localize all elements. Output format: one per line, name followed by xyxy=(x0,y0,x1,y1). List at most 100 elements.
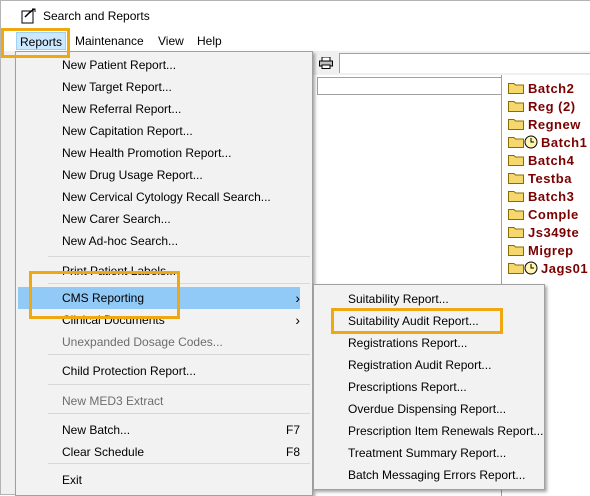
batch-label: Migrep xyxy=(528,242,574,258)
batch-label: Reg (2) xyxy=(528,98,576,114)
submenu-item-treatment-summary-report[interactable]: Treatment Summary Report... xyxy=(316,442,542,464)
menu-item-label: New Batch... xyxy=(62,423,131,437)
menu-item-shortcut: F7 xyxy=(285,423,300,437)
menu-separator xyxy=(48,463,310,464)
submenu-item-label: Registration Audit Report... xyxy=(348,358,492,372)
menu-item-label: New Patient Report... xyxy=(62,58,177,72)
menu-item-clear-schedule[interactable]: Clear Schedule F8 xyxy=(18,441,300,463)
batch-label: Js349te xyxy=(528,224,580,240)
window-title: Search and Reports xyxy=(43,9,150,23)
batch-item[interactable]: Migrep xyxy=(508,241,574,259)
batch-item[interactable]: Batch2 xyxy=(508,79,574,97)
folder-icon xyxy=(508,119,524,130)
menu-item-new-batch[interactable]: New Batch... F7 xyxy=(18,419,300,441)
menu-item-exit[interactable]: Exit xyxy=(18,469,300,491)
menu-item-label: Exit xyxy=(62,473,83,487)
submenu-item-registration-audit-report[interactable]: Registration Audit Report... xyxy=(316,354,542,376)
menu-item-label: Unexpanded Dosage Codes... xyxy=(62,335,223,349)
menu-item-new-ad-hoc-search[interactable]: New Ad-hoc Search... xyxy=(18,230,300,252)
folder-icon xyxy=(508,209,524,220)
submenu-item-prescriptions-report[interactable]: Prescriptions Report... xyxy=(316,376,542,398)
batch-item[interactable]: Comple xyxy=(508,205,579,223)
menu-bar: Reports Maintenance View Help xyxy=(1,29,590,51)
app-icon xyxy=(21,8,36,24)
submenu-item-label: Batch Messaging Errors Report... xyxy=(348,468,526,482)
batch-label: Batch1 xyxy=(541,134,588,150)
menu-item-unexpanded-dosage-codes[interactable]: Unexpanded Dosage Codes... xyxy=(18,331,300,353)
batch-item[interactable]: Reg (2) xyxy=(508,97,576,115)
menu-item-label: New MED3 Extract xyxy=(62,394,164,408)
submenu-item-registrations-report[interactable]: Registrations Report... xyxy=(316,332,542,354)
submenu-arrow-icon: › xyxy=(295,312,300,328)
folder-icon xyxy=(508,137,524,148)
printer-icon[interactable] xyxy=(319,57,333,69)
menu-item-new-health-promotion-report[interactable]: New Health Promotion Report... xyxy=(18,142,300,164)
list-header xyxy=(317,77,504,95)
menu-item-label: Clear Schedule xyxy=(62,445,145,459)
folder-icon xyxy=(508,263,524,274)
submenu-item-suitability-report[interactable]: Suitability Report... xyxy=(316,288,542,310)
submenu-item-prescription-item-renewals-report[interactable]: Prescription Item Renewals Report... xyxy=(316,420,544,442)
submenu-item-label: Treatment Summary Report... xyxy=(348,446,507,460)
menu-item-label: New Carer Search... xyxy=(62,212,171,226)
menu-item-shortcut: F8 xyxy=(285,445,300,459)
menu-item-label: New Cervical Cytology Recall Search... xyxy=(62,190,271,204)
folder-icon xyxy=(508,245,524,256)
menu-item-label: New Referral Report... xyxy=(62,102,182,116)
menu-item-new-capitation-report[interactable]: New Capitation Report... xyxy=(18,120,300,142)
menu-item-label: New Capitation Report... xyxy=(62,124,193,138)
batch-item[interactable]: Regnew xyxy=(508,115,581,133)
folder-icon xyxy=(508,173,524,184)
batch-label: Batch2 xyxy=(528,80,575,96)
clock-icon xyxy=(524,261,538,275)
batch-item[interactable]: Js349te xyxy=(508,223,579,241)
callout-reports xyxy=(1,28,70,58)
folder-icon xyxy=(508,83,524,94)
menu-item-label: New Ad-hoc Search... xyxy=(62,234,179,248)
batch-item[interactable]: Testba xyxy=(508,169,572,187)
menu-separator xyxy=(48,354,310,355)
menu-item-new-med3-extract[interactable]: New MED3 Extract xyxy=(18,390,300,412)
batch-label: Regnew xyxy=(528,116,581,132)
menu-item-new-cervical-cytology-recall-search[interactable]: New Cervical Cytology Recall Search... xyxy=(18,186,300,208)
batch-item[interactable]: Batch4 xyxy=(508,151,574,169)
menu-item-label: New Target Report... xyxy=(62,80,172,94)
submenu-item-label: Prescription Item Renewals Report... xyxy=(348,424,544,438)
batch-item[interactable]: Batch3 xyxy=(508,187,574,205)
menu-help[interactable]: Help xyxy=(194,32,225,50)
batch-item[interactable]: Jags01 xyxy=(508,259,588,277)
clock-icon xyxy=(524,135,538,149)
menu-separator xyxy=(48,384,310,385)
batch-label: Batch3 xyxy=(528,188,575,204)
submenu-item-batch-messaging-errors-report[interactable]: Batch Messaging Errors Report... xyxy=(316,464,542,486)
menu-item-new-drug-usage-report[interactable]: New Drug Usage Report... xyxy=(18,164,300,186)
batch-label: Comple xyxy=(528,206,579,222)
toolbar-field[interactable] xyxy=(339,53,590,73)
menu-separator xyxy=(48,256,310,257)
submenu-item-label: Prescriptions Report... xyxy=(348,380,467,394)
callout-suitability-audit xyxy=(331,308,503,334)
submenu-item-label: Overdue Dispensing Report... xyxy=(348,402,507,416)
menu-view[interactable]: View xyxy=(155,32,187,50)
menu-maintenance[interactable]: Maintenance xyxy=(72,32,147,50)
callout-cms-reporting xyxy=(29,271,180,319)
submenu-item-label: Suitability Report... xyxy=(348,292,449,306)
menu-item-new-referral-report[interactable]: New Referral Report... xyxy=(18,98,300,120)
submenu-item-overdue-dispensing-report[interactable]: Overdue Dispensing Report... xyxy=(316,398,542,420)
submenu-arrow-icon: › xyxy=(295,290,300,306)
menu-item-new-carer-search[interactable]: New Carer Search... xyxy=(18,208,300,230)
menu-item-label: New Health Promotion Report... xyxy=(62,146,232,160)
submenu-item-label: Registrations Report... xyxy=(348,336,468,350)
batch-label: Testba xyxy=(528,170,572,186)
menu-separator xyxy=(48,413,310,414)
menu-item-new-target-report[interactable]: New Target Report... xyxy=(18,76,300,98)
menu-item-label: New Drug Usage Report... xyxy=(62,168,203,182)
folder-icon xyxy=(508,191,524,202)
title-bar: Search and Reports xyxy=(1,1,590,29)
batch-label: Batch4 xyxy=(528,152,575,168)
batch-item[interactable]: Batch1 xyxy=(508,133,587,151)
menu-item-label: Child Protection Report... xyxy=(62,364,197,378)
folder-icon xyxy=(508,227,524,238)
folder-icon xyxy=(508,155,524,166)
menu-item-child-protection-report[interactable]: Child Protection Report... xyxy=(18,360,300,382)
